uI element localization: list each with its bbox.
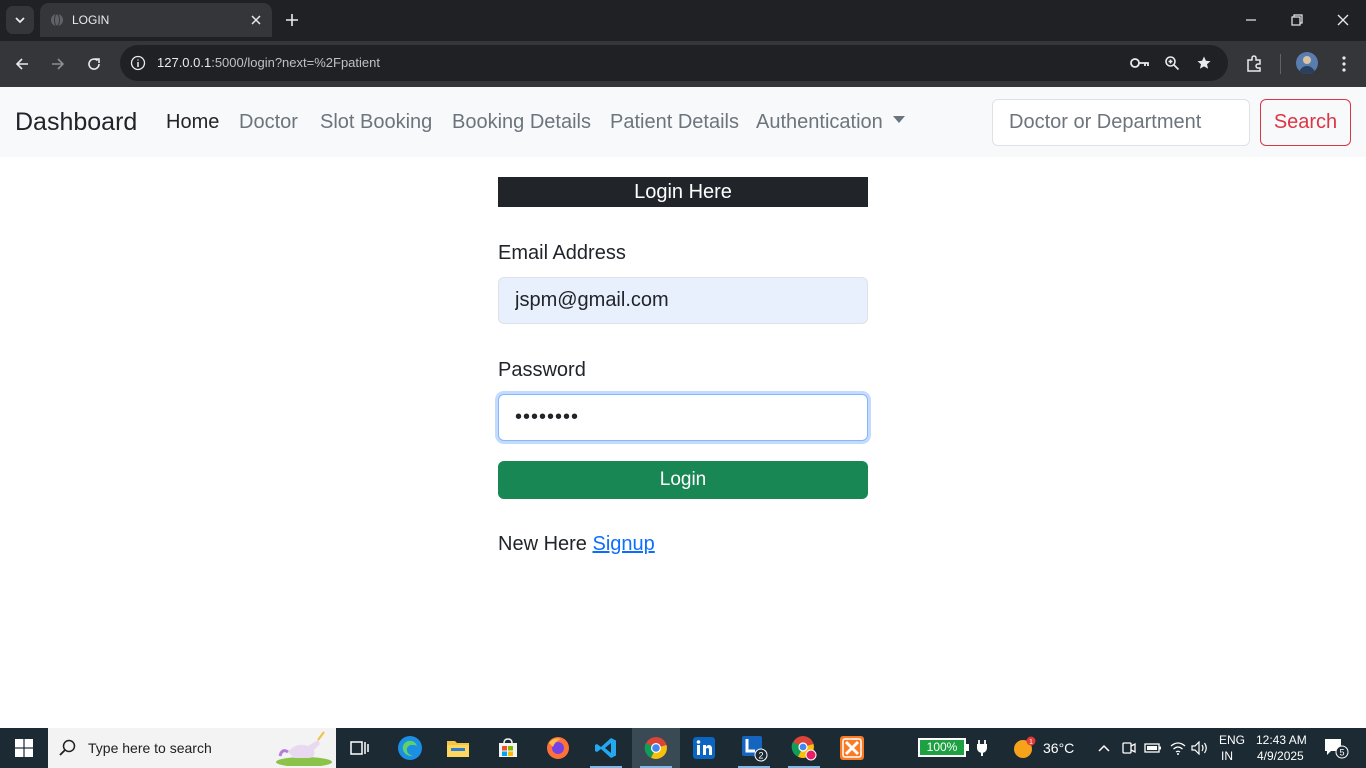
- lens-badge: 2: [758, 751, 763, 761]
- site-info-icon[interactable]: [128, 53, 148, 73]
- email-label: Email Address: [498, 242, 626, 264]
- search-input[interactable]: [992, 99, 1250, 146]
- url-path: :5000/login?next=%2Fpatient: [211, 55, 380, 70]
- close-tab-icon[interactable]: [248, 12, 264, 28]
- chevron-up-icon[interactable]: [1094, 738, 1114, 758]
- search-icon: [59, 739, 76, 756]
- url-text: 127.0.0.1:5000/login?next=%2Fpatient: [157, 55, 380, 70]
- tab-search-button[interactable]: [6, 6, 34, 34]
- navbar-brand[interactable]: Dashboard: [15, 108, 137, 137]
- new-tab-icon[interactable]: [282, 10, 302, 30]
- nav-link-patient-details[interactable]: Patient Details: [610, 111, 739, 134]
- weather-badge: 1: [1029, 739, 1033, 746]
- restore-icon[interactable]: [1274, 0, 1320, 40]
- search-button[interactable]: Search: [1260, 99, 1351, 146]
- notification-count: 5: [1339, 748, 1344, 758]
- firefox-icon[interactable]: [534, 728, 582, 768]
- signup-row: New Here Signup: [498, 533, 655, 556]
- signup-link[interactable]: Signup: [592, 533, 654, 555]
- windows-start-icon[interactable]: [0, 728, 48, 768]
- browser-tab-strip: LOGIN: [0, 0, 1366, 41]
- volume-icon[interactable]: [1190, 738, 1210, 758]
- forward-icon[interactable]: [46, 52, 70, 76]
- windows-taskbar: Type here to search 2 100% 1 36°C ENG IN…: [0, 728, 1366, 768]
- wifi-icon[interactable]: [1168, 738, 1188, 758]
- password-field[interactable]: [498, 394, 868, 441]
- chrome-profile-icon[interactable]: [780, 728, 828, 768]
- site-navbar: Dashboard Home Doctor Slot Booking Booki…: [0, 87, 1366, 157]
- notification-center-icon[interactable]: 5: [1323, 738, 1349, 759]
- nav-dropdown-label: Authentication: [756, 111, 883, 133]
- nav-link-booking-details[interactable]: Booking Details: [452, 111, 591, 134]
- battery-indicator[interactable]: 100%: [918, 738, 969, 757]
- key-icon[interactable]: [1130, 53, 1150, 73]
- chrome-icon[interactable]: [632, 728, 680, 768]
- email-field[interactable]: [498, 277, 868, 324]
- taskbar-search-box[interactable]: Type here to search: [48, 728, 336, 768]
- xampp-icon[interactable]: [828, 728, 876, 768]
- nav-link-home[interactable]: Home: [166, 111, 219, 134]
- minimize-icon[interactable]: [1228, 0, 1274, 40]
- linkedin-icon[interactable]: [680, 728, 728, 768]
- language-line1[interactable]: ENG: [1219, 733, 1245, 747]
- nav-link-doctor[interactable]: Doctor: [239, 111, 298, 134]
- meet-now-icon[interactable]: [1119, 738, 1139, 758]
- caret-down-icon: [892, 116, 905, 124]
- clock-date[interactable]: 4/9/2025: [1257, 749, 1304, 763]
- unicorn-search-art-icon: [276, 731, 332, 766]
- url-host: 127.0.0.1: [157, 55, 212, 70]
- browser-toolbar: 127.0.0.1:5000/login?next=%2Fpatient: [0, 41, 1366, 87]
- bookmark-star-icon[interactable]: [1194, 53, 1214, 73]
- zoom-icon[interactable]: [1162, 53, 1182, 73]
- weather-temperature[interactable]: 36°C: [1043, 740, 1074, 756]
- globe-icon: [51, 13, 63, 27]
- close-window-icon[interactable]: [1320, 0, 1366, 40]
- chevron-down-icon: [15, 17, 25, 24]
- vscode-icon[interactable]: [582, 728, 630, 768]
- nav-dropdown-authentication[interactable]: Authentication: [756, 111, 905, 134]
- file-explorer-icon[interactable]: [434, 728, 482, 768]
- login-header: Login Here: [498, 177, 868, 207]
- task-view-icon[interactable]: [336, 728, 384, 768]
- language-line2[interactable]: IN: [1221, 749, 1233, 763]
- extensions-icon[interactable]: [1242, 52, 1266, 76]
- battery-tray-icon[interactable]: [1143, 738, 1163, 758]
- profile-avatar[interactable]: [1296, 52, 1318, 74]
- password-label: Password: [498, 359, 586, 381]
- edge-browser-icon[interactable]: [386, 728, 434, 768]
- back-icon[interactable]: [10, 52, 34, 76]
- more-menu-icon[interactable]: [1332, 52, 1356, 76]
- power-plug-icon: [972, 738, 992, 758]
- tab-title: LOGIN: [72, 13, 110, 27]
- new-here-text: New Here: [498, 533, 587, 555]
- login-button[interactable]: Login: [498, 461, 868, 499]
- weather-sun-icon[interactable]: 1: [1012, 736, 1036, 758]
- reload-icon[interactable]: [82, 52, 106, 76]
- toolbar-divider: [1280, 54, 1281, 74]
- browser-tab[interactable]: LOGIN: [40, 3, 272, 37]
- taskbar-search-placeholder: Type here to search: [88, 740, 212, 756]
- address-bar[interactable]: 127.0.0.1:5000/login?next=%2Fpatient: [120, 45, 1228, 81]
- microsoft-store-icon[interactable]: [484, 728, 532, 768]
- lens-app-icon[interactable]: 2: [730, 728, 778, 768]
- nav-link-slot-booking[interactable]: Slot Booking: [320, 111, 432, 134]
- clock-time[interactable]: 12:43 AM: [1256, 733, 1307, 747]
